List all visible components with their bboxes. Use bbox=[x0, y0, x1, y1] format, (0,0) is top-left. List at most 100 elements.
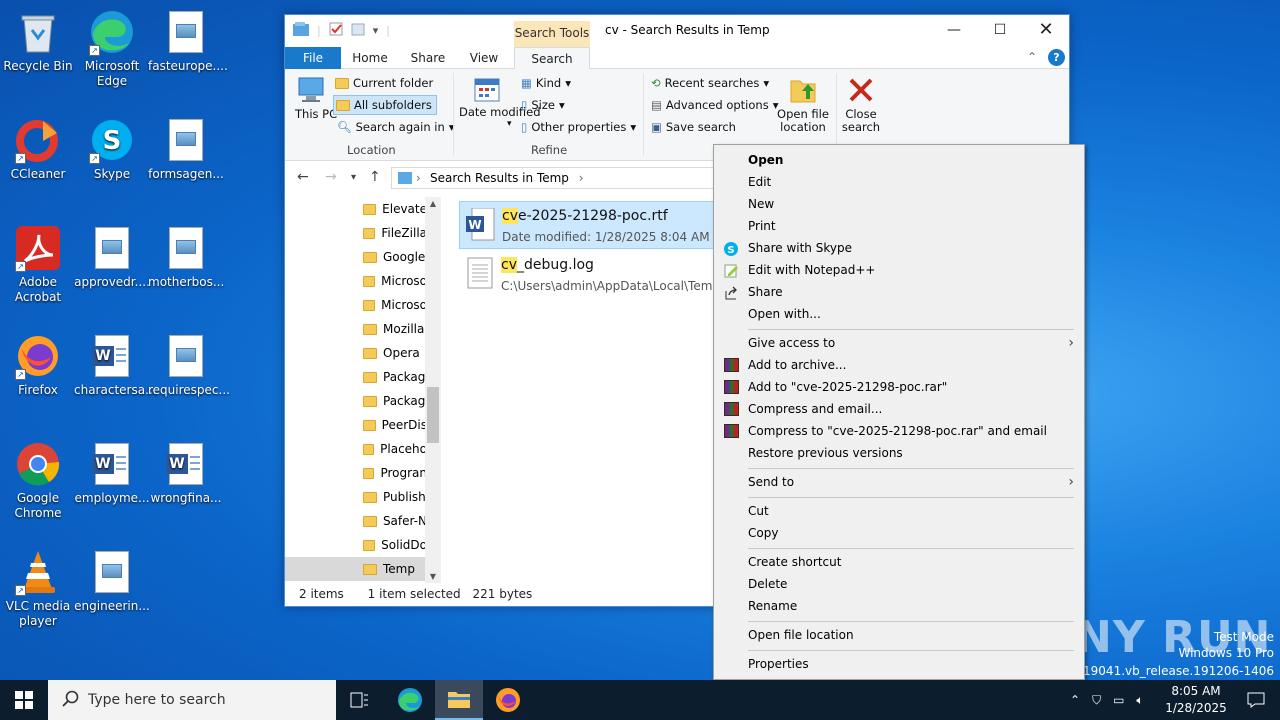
menu-item-open-with[interactable]: Open with... bbox=[714, 303, 1084, 325]
desktop-file-approvedr[interactable]: approvedr.... bbox=[74, 224, 150, 290]
menu-item-new[interactable]: New bbox=[714, 193, 1084, 215]
desktop-file-formsagen[interactable]: formsagen... bbox=[148, 116, 224, 182]
menu-item-edit-notepadpp[interactable]: Edit with Notepad++ bbox=[714, 259, 1084, 281]
minimize-button[interactable]: — bbox=[931, 15, 977, 45]
file-item-rtf[interactable]: W cve-2025-21298-poc.rtf Date modified: … bbox=[459, 201, 729, 249]
desktop-icon-adobe-acrobat[interactable]: ↗ Adobe Acrobat bbox=[0, 224, 76, 305]
size-button[interactable]: ▯ Size ▾ bbox=[521, 95, 565, 115]
menu-item-cut[interactable]: Cut bbox=[714, 500, 1084, 522]
nav-item[interactable]: Safer-N bbox=[363, 509, 427, 533]
menu-item-open-file-location[interactable]: Open file location bbox=[714, 624, 1084, 646]
recent-locations-icon[interactable]: ▾ bbox=[351, 172, 356, 183]
properties-icon[interactable] bbox=[329, 22, 343, 39]
taskbar-search-box[interactable]: Type here to search bbox=[48, 680, 336, 720]
start-button[interactable] bbox=[0, 680, 48, 720]
nav-item[interactable]: Publish bbox=[363, 485, 427, 509]
desktop-file-requirespec[interactable]: requirespec... bbox=[148, 332, 230, 398]
recent-searches-button[interactable]: ⟲ Recent searches ▾ bbox=[651, 73, 769, 93]
nav-item[interactable]: Packag bbox=[363, 365, 427, 389]
nav-item[interactable]: Microso bbox=[363, 269, 427, 293]
desktop-file-wrongfina[interactable]: W wrongfina... bbox=[148, 440, 224, 506]
other-properties-button[interactable]: ▯ Other properties ▾ bbox=[521, 117, 636, 137]
nav-item[interactable]: SolidDo bbox=[363, 533, 427, 557]
up-arrow-icon[interactable]: ↑ bbox=[369, 169, 381, 185]
desktop-icon-vlc[interactable]: ↗ VLC media player bbox=[0, 548, 76, 629]
menu-item-share-with-skype[interactable]: S Share with Skype bbox=[714, 237, 1084, 259]
scroll-down-icon[interactable]: ▼ bbox=[425, 572, 441, 581]
current-folder-button[interactable]: Current folder bbox=[335, 73, 433, 93]
nav-item[interactable]: Packag bbox=[363, 389, 427, 413]
tab-search[interactable]: Search bbox=[514, 47, 590, 70]
tray-overflow-icon[interactable]: ⌃ bbox=[1070, 693, 1080, 707]
taskbar-firefox-button[interactable] bbox=[484, 680, 532, 720]
customize-qat-icon[interactable]: ▾ bbox=[373, 24, 379, 37]
menu-item-rename[interactable]: Rename bbox=[714, 595, 1084, 617]
menu-item-create-shortcut[interactable]: Create shortcut bbox=[714, 551, 1084, 573]
menu-item-add-to-rar[interactable]: Add to "cve-2025-21298-poc.rar" bbox=[714, 376, 1084, 398]
nav-item[interactable]: Microso bbox=[363, 293, 427, 317]
menu-item-print[interactable]: Print bbox=[714, 215, 1084, 237]
save-search-button[interactable]: ▣ Save search bbox=[651, 117, 736, 137]
menu-item-share[interactable]: Share bbox=[714, 281, 1084, 303]
desktop-file-engineerin[interactable]: engineerin... bbox=[74, 548, 150, 614]
search-again-in-button[interactable]: 🔍︎ Search again in ▾ bbox=[337, 117, 455, 137]
desktop-file-motherbos[interactable]: motherbos... bbox=[148, 224, 224, 290]
nav-item[interactable]: Opera bbox=[363, 341, 427, 365]
menu-item-open[interactable]: Open bbox=[714, 149, 1084, 171]
menu-item-compress-email[interactable]: Compress and email... bbox=[714, 398, 1084, 420]
kind-button[interactable]: ▦ Kind ▾ bbox=[521, 73, 571, 93]
all-subfolders-button[interactable]: All subfolders bbox=[333, 95, 437, 115]
nav-item[interactable]: Google bbox=[363, 245, 427, 269]
task-view-button[interactable] bbox=[336, 680, 384, 720]
date-modified-button[interactable]: Date modified bbox=[459, 75, 541, 119]
back-arrow-icon[interactable]: ← bbox=[297, 169, 309, 185]
menu-item-edit[interactable]: Edit bbox=[714, 171, 1084, 193]
tab-view[interactable]: View bbox=[461, 47, 507, 69]
nav-item[interactable]: Placeho bbox=[363, 437, 427, 461]
address-bar[interactable]: › Search Results in Temp › bbox=[391, 167, 721, 189]
menu-item-give-access[interactable]: Give access to › bbox=[714, 332, 1084, 354]
nav-item-temp[interactable]: Temp bbox=[285, 557, 425, 581]
new-folder-icon[interactable] bbox=[351, 22, 365, 39]
this-pc-button[interactable]: This PC bbox=[295, 75, 337, 121]
desktop-file-charactersa[interactable]: W charactersa... bbox=[74, 332, 157, 398]
nav-scrollbar[interactable]: ▲ ▼ bbox=[425, 197, 441, 583]
tab-share[interactable]: Share bbox=[405, 47, 451, 69]
menu-item-copy[interactable]: Copy bbox=[714, 522, 1084, 544]
taskbar-edge-button[interactable] bbox=[386, 680, 434, 720]
desktop-file-employme[interactable]: W employme... bbox=[74, 440, 150, 506]
desktop-icon-firefox[interactable]: ↗ Firefox bbox=[0, 332, 76, 398]
forward-arrow-icon[interactable]: → bbox=[325, 169, 337, 185]
volume-icon[interactable]: 🔈︎ bbox=[1136, 693, 1143, 708]
notifications-button[interactable] bbox=[1232, 680, 1280, 720]
menu-item-delete[interactable]: Delete bbox=[714, 573, 1084, 595]
nav-item[interactable]: Progran bbox=[363, 461, 427, 485]
nav-item[interactable]: Mozilla bbox=[363, 317, 427, 341]
help-icon[interactable]: ? bbox=[1048, 49, 1065, 66]
menu-item-restore-versions[interactable]: Restore previous versions bbox=[714, 442, 1084, 464]
scroll-thumb[interactable] bbox=[427, 387, 439, 443]
advanced-options-button[interactable]: ▤ Advanced options ▾ bbox=[651, 95, 778, 115]
open-file-location-button[interactable]: Open file location bbox=[775, 75, 831, 134]
desktop-icon-skype[interactable]: S ↗ Skype bbox=[74, 116, 150, 182]
taskbar-clock[interactable]: 8:05 AM 1/28/2025 bbox=[1160, 683, 1232, 717]
maximize-button[interactable]: ☐ bbox=[977, 15, 1023, 45]
menu-item-add-to-archive[interactable]: Add to archive... bbox=[714, 354, 1084, 376]
desktop-icon-ccleaner[interactable]: ↗ CCleaner bbox=[0, 116, 76, 182]
taskbar-explorer-button[interactable] bbox=[435, 680, 483, 720]
menu-item-send-to[interactable]: Send to › bbox=[714, 471, 1084, 493]
date-modified-dropdown-icon[interactable]: ▾ bbox=[507, 119, 512, 129]
close-search-button[interactable]: Close search bbox=[841, 75, 881, 134]
menu-item-properties[interactable]: Properties bbox=[714, 653, 1084, 675]
file-item-log[interactable]: cv_debug.log C:\Users\admin\AppData\Loca… bbox=[459, 251, 729, 299]
menu-item-compress-rar-email[interactable]: Compress to "cve-2025-21298-poc.rar" and… bbox=[714, 420, 1084, 442]
desktop-icon-recycle-bin[interactable]: Recycle Bin bbox=[0, 8, 76, 74]
desktop-icon-edge[interactable]: ↗ Microsoft Edge bbox=[74, 8, 150, 89]
collapse-ribbon-icon[interactable]: ⌃ bbox=[1027, 50, 1037, 64]
nav-item[interactable]: FileZilla bbox=[363, 221, 427, 245]
network-icon[interactable]: ▭ bbox=[1113, 693, 1124, 707]
scroll-up-icon[interactable]: ▲ bbox=[425, 199, 441, 208]
desktop-file-fasteurope[interactable]: fasteurope.... bbox=[148, 8, 228, 74]
close-button[interactable]: ✕ bbox=[1023, 15, 1069, 45]
tab-home[interactable]: Home bbox=[347, 47, 393, 69]
